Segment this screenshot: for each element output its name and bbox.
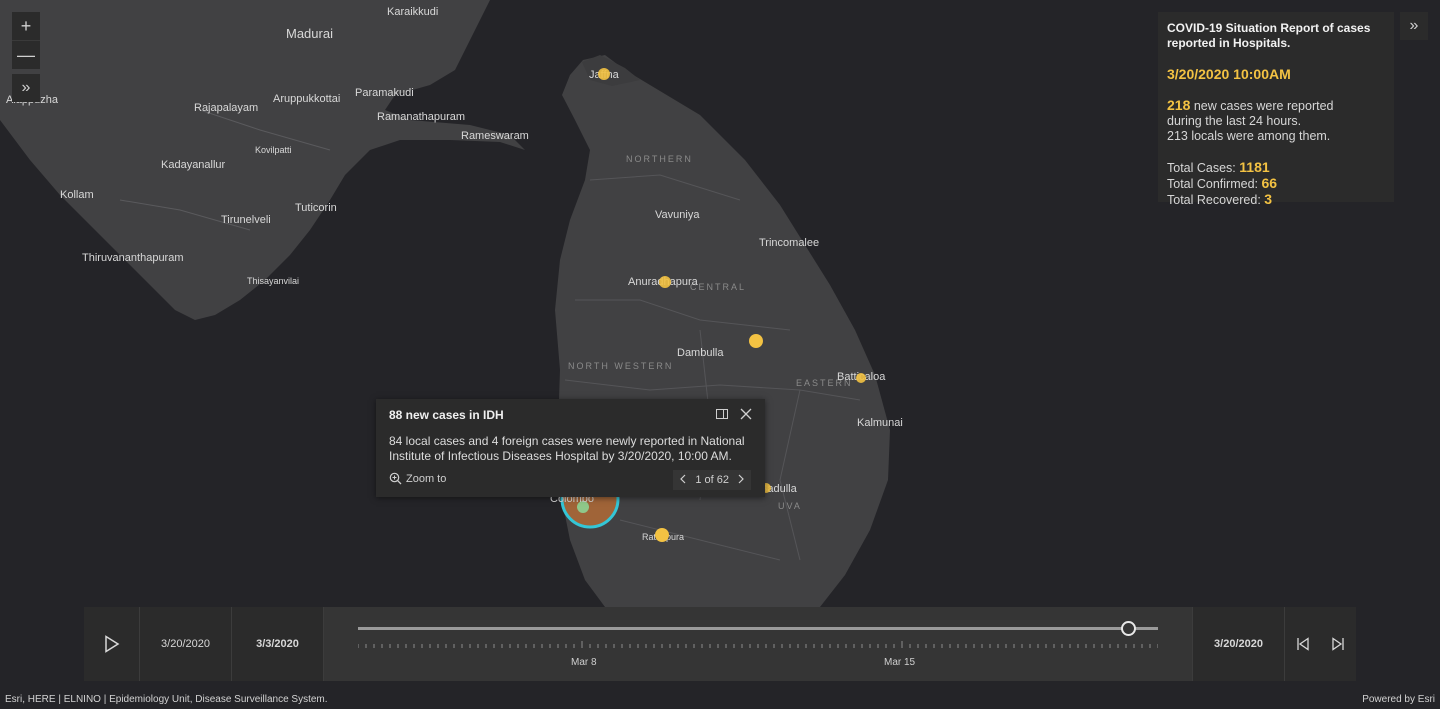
place-label: Kalmunai [857,417,903,429]
popup-pager: 1 of 62 [673,470,751,490]
place-label: Vavuniya [655,209,700,221]
place-label: Rameswaram [461,130,529,142]
total-cases-value: 1181 [1239,159,1270,175]
popup-title: 88 new cases in IDH [389,408,504,422]
play-icon [104,635,119,653]
locals-text: 213 locals were among them. [1167,129,1331,143]
region-label: NORTHERN [626,154,693,164]
slider-track-area[interactable]: Mar 8 Mar 15 [324,607,1192,681]
case-marker[interactable] [659,276,671,288]
end-date: 3/20/2020 [1192,607,1285,681]
zoom-control: + — [12,12,40,69]
place-label: Thisayanvilai [247,276,299,286]
new-cases-text-2: during the last 24 hours. [1167,114,1302,128]
region-label: NORTH WESTERN [568,361,673,371]
map-attribution: Esri, HERE | ELNINO | Epidemiology Unit,… [5,694,328,705]
totals-block: Total Cases: 1181 Total Confirmed: 66 To… [1167,160,1385,208]
place-label: Trincomalee [759,237,819,249]
report-date: 3/20/2020 10:00AM [1167,66,1291,82]
zoom-to-button[interactable]: Zoom to [389,472,446,485]
play-button[interactable] [84,607,140,681]
total-confirmed-value: 66 [1261,175,1278,191]
zoom-out-button[interactable]: — [12,41,40,69]
expand-panel-button[interactable]: » [12,74,40,102]
pager-text: 1 of 62 [695,474,729,486]
step-forward-icon [1332,637,1344,651]
new-cases-block: 218 new cases were reported during the l… [1167,98,1385,144]
place-label: Kovilpatti [255,145,292,155]
case-marker[interactable] [749,334,763,348]
popup-body: 84 local cases and 4 foreign cases were … [389,434,745,463]
prev-feature-icon[interactable] [679,474,687,487]
total-recovered-value: 3 [1264,191,1273,207]
current-date: 3/20/2020 [140,607,232,681]
time-slider: 3/20/2020 3/3/2020 Mar 8 Mar 15 3/20/202… [84,607,1356,681]
region-label: UVA [778,501,802,511]
place-label: Thiruvananthapuram [82,252,184,264]
zoom-in-button[interactable]: + [12,12,40,41]
close-icon[interactable] [738,407,754,423]
zoom-magnifier-icon [389,472,402,485]
next-feature-icon[interactable] [737,474,745,487]
case-marker[interactable] [598,68,610,80]
new-cases-count: 218 [1167,97,1191,113]
slider-track[interactable] [358,627,1158,630]
case-marker[interactable] [655,528,669,542]
total-recovered-label: Total Recovered: [1167,193,1261,207]
case-marker[interactable] [856,373,866,383]
feature-popup: 88 new cases in IDH 84 local cases and 4… [376,399,765,497]
tick-label: Mar 8 [571,657,597,668]
place-label: Aruppukkottai [273,93,340,105]
previous-button[interactable] [1285,607,1320,681]
zoom-to-label: Zoom to [406,472,447,485]
place-label: Rajapalayam [194,102,258,114]
powered-by-esri[interactable]: Powered by Esri [1362,694,1435,705]
step-back-icon [1296,637,1309,651]
new-cases-text: new cases were reported [1193,99,1334,113]
place-label: Madurai [286,26,333,41]
region-label: CENTRAL [690,282,746,292]
next-button[interactable] [1320,607,1356,681]
total-confirmed-label: Total Confirmed: [1167,177,1259,191]
place-label: Ramanathapuram [377,111,465,123]
slider-thumb[interactable] [1121,621,1136,636]
place-label: Kollam [60,189,94,201]
dock-icon[interactable] [714,407,730,423]
tick-label: Mar 15 [884,657,916,668]
situation-report-panel: COVID-19 Situation Report of cases repor… [1158,12,1394,207]
total-cases-label: Total Cases: [1167,161,1236,175]
place-label: Tuticorin [295,202,337,214]
place-label: Paramakudi [355,87,414,99]
place-label: Dambulla [677,347,724,359]
slider-ticks [358,641,1158,648]
place-label: Tirunelveli [221,214,271,226]
place-label: Kadayanallur [161,159,226,171]
report-title: COVID-19 Situation Report of cases repor… [1167,21,1371,50]
collapse-panel-button[interactable]: » [1400,12,1428,40]
start-date: 3/3/2020 [232,607,324,681]
place-label: Karaikkudi [387,6,438,18]
